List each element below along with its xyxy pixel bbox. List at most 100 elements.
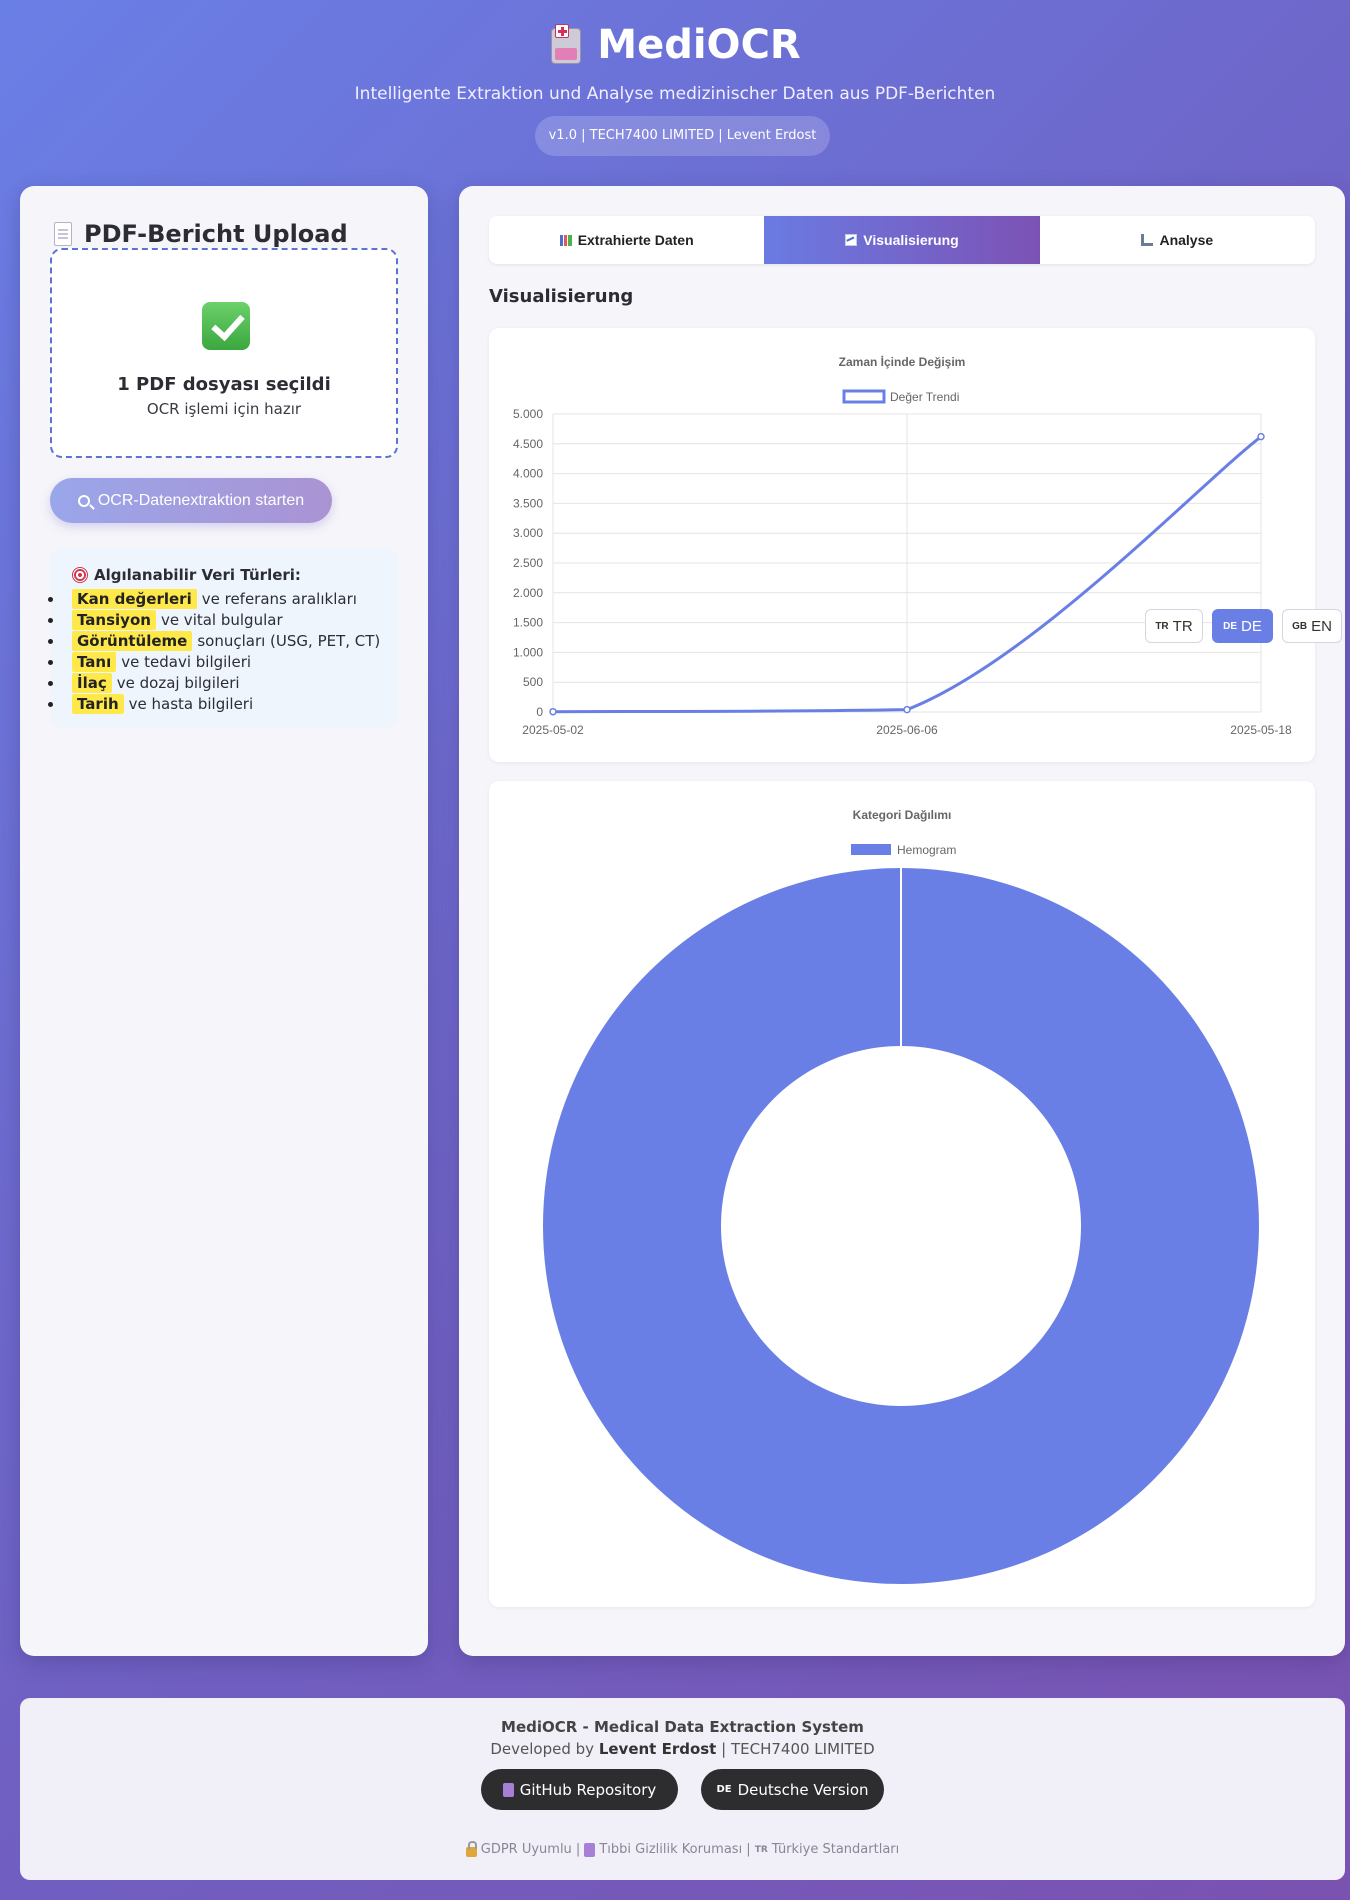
list-item-text: ve hasta bilgileri bbox=[128, 694, 254, 713]
list-item-highlight: Görüntüleme bbox=[72, 630, 193, 651]
list-item-highlight: Tansiyon bbox=[72, 609, 156, 630]
y-tick-label: 1.500 bbox=[513, 616, 543, 630]
y-tick-label: 0 bbox=[536, 705, 543, 719]
pdf-dropzone[interactable]: 1 PDF dosyası seçildi OCR işlemi için ha… bbox=[50, 248, 398, 458]
x-tick-label: 2025-05-18 bbox=[1230, 723, 1292, 737]
footer-dev-name: Levent Erdost bbox=[598, 1740, 717, 1758]
flag-tr-icon: TR bbox=[1155, 620, 1169, 632]
tab-extracted-data[interactable]: Extrahierte Daten bbox=[489, 216, 764, 264]
tab-visualization[interactable]: Visualisierung bbox=[764, 216, 1040, 264]
data-types-title: Algılanabilir Veri Türleri: bbox=[72, 566, 301, 584]
language-tr-button[interactable]: TR TR bbox=[1145, 609, 1203, 643]
list-item-highlight: İlaç bbox=[72, 672, 112, 693]
footer-developer: Developed by Levent Erdost | TECH7400 LI… bbox=[20, 1740, 1345, 1758]
dropzone-title: 1 PDF dosyası seçildi bbox=[117, 374, 331, 395]
y-tick-label: 2.000 bbox=[513, 586, 543, 600]
upload-panel: PDF-Bericht Upload 1 PDF dosyası seçildi… bbox=[20, 186, 428, 1656]
german-version-button[interactable]: DE Deutsche Version bbox=[701, 1769, 884, 1810]
app-subtitle: Intelligente Extraktion und Analyse medi… bbox=[354, 84, 996, 104]
flag-gb-icon: GB bbox=[1292, 620, 1308, 632]
flag-tr-icon: TR bbox=[754, 1844, 768, 1855]
document-icon bbox=[54, 222, 72, 246]
ocr-start-button[interactable]: OCR-Datenextraktion starten bbox=[50, 478, 332, 523]
language-de-button[interactable]: DE DE bbox=[1212, 609, 1273, 643]
cabinet-icon bbox=[502, 1782, 514, 1797]
language-de-label: DE bbox=[1241, 617, 1262, 635]
medical-cabinet-icon bbox=[549, 24, 583, 66]
github-button[interactable]: GitHub Repository bbox=[481, 1769, 678, 1810]
flag-de-icon: DE bbox=[716, 1784, 732, 1795]
footer-title: MediOCR - Medical Data Extraction System bbox=[501, 1718, 864, 1736]
data-types-title-text: Algılanabilir Veri Türleri: bbox=[94, 566, 301, 584]
search-icon bbox=[77, 494, 90, 507]
bar-chart-icon bbox=[559, 234, 572, 246]
y-tick-label: 4.500 bbox=[513, 437, 543, 451]
line-chart: Zaman İçinde Değişim Değer Trendi 0 500 1.00… bbox=[513, 354, 1292, 737]
cabinet-icon bbox=[584, 1842, 596, 1857]
app-name: MediOCR bbox=[597, 22, 801, 68]
x-tick-label: 2025-05-02 bbox=[522, 723, 584, 737]
app-title: MediOCR bbox=[0, 22, 1350, 68]
list-item-highlight: Tarih bbox=[72, 693, 124, 714]
results-tabs: Extrahierte Daten Visualisierung Analyse bbox=[489, 216, 1315, 264]
legend-swatch bbox=[851, 844, 891, 855]
tab-label: Visualisierung bbox=[863, 232, 959, 248]
y-tick-label: 1.000 bbox=[513, 645, 543, 659]
y-tick-label: 500 bbox=[523, 675, 543, 689]
target-icon bbox=[72, 567, 88, 583]
list-item-text: sonuçları (USG, PET, CT) bbox=[197, 631, 381, 650]
footer-dev-suffix: | TECH7400 LIMITED bbox=[721, 1740, 875, 1758]
list-item-highlight: Kan değerleri bbox=[72, 588, 197, 609]
github-button-label: GitHub Repository bbox=[519, 1780, 657, 1799]
chart-title: Kategori Dağılımı bbox=[853, 808, 952, 822]
data-types-box: Algılanabilir Veri Türleri: Kan değerler… bbox=[48, 548, 398, 728]
y-tick-label: 4.000 bbox=[513, 467, 543, 481]
tab-label: Extrahierte Daten bbox=[577, 232, 694, 248]
language-en-label: EN bbox=[1311, 617, 1332, 635]
german-version-label: Deutsche Version bbox=[737, 1780, 869, 1799]
results-panel: Extrahierte Daten Visualisierung Analyse… bbox=[459, 186, 1345, 1656]
list-item: Kan değerleri ve referans aralıkları bbox=[48, 588, 398, 609]
section-title: Visualisierung bbox=[489, 286, 634, 307]
upload-title-text: PDF-Bericht Upload bbox=[84, 220, 348, 248]
footer-meta-standards: Türkiye Standartları bbox=[771, 1842, 900, 1857]
line-chart-icon bbox=[845, 234, 858, 246]
donut-chart: Kategori Dağılımı Hemogram bbox=[542, 808, 1259, 1584]
version-badge: v1.0 | TECH7400 LIMITED | Levent Erdost bbox=[535, 116, 830, 156]
language-tr-label: TR bbox=[1172, 617, 1193, 635]
y-tick-label: 5.000 bbox=[513, 407, 543, 421]
ocr-button-label: OCR-Datenextraktion starten bbox=[97, 491, 305, 509]
tab-label: Analyse bbox=[1159, 232, 1214, 248]
footer-meta: GDPR Uyumlu | Tıbbi Gizlilik Koruması | … bbox=[20, 1840, 1345, 1857]
microscope-icon bbox=[1141, 234, 1154, 246]
list-item-text: ve dozaj bilgileri bbox=[116, 673, 240, 692]
upload-title: PDF-Bericht Upload bbox=[54, 220, 348, 248]
list-item: Tansiyon ve vital bulgular bbox=[48, 609, 398, 630]
lock-icon bbox=[465, 1840, 477, 1857]
x-tick-label: 2025-06-06 bbox=[876, 723, 938, 737]
legend-label: Değer Trendi bbox=[890, 390, 959, 404]
y-tick-label: 2.500 bbox=[513, 556, 543, 570]
list-item: Görüntüleme sonuçları (USG, PET, CT) bbox=[48, 630, 398, 651]
chart-title: Zaman İçinde Değişim bbox=[839, 354, 966, 369]
donut-chart-card: Kategori Dağılımı Hemogram bbox=[489, 781, 1315, 1607]
list-item-highlight: Tanı bbox=[72, 651, 117, 672]
list-item: Tanı ve tedavi bilgileri bbox=[48, 651, 398, 672]
y-tick-label: 3.500 bbox=[513, 496, 543, 510]
data-point bbox=[549, 707, 557, 716]
footer-meta-privacy: Tıbbi Gizlilik Koruması | bbox=[599, 1842, 751, 1857]
data-point bbox=[1257, 432, 1265, 441]
page-footer: MediOCR - Medical Data Extraction System… bbox=[20, 1698, 1345, 1880]
tab-analysis[interactable]: Analyse bbox=[1040, 216, 1315, 264]
footer-dev-prefix: Developed by bbox=[490, 1740, 595, 1758]
footer-meta-gdpr: GDPR Uyumlu | bbox=[480, 1842, 581, 1857]
list-item-text: ve vital bulgular bbox=[160, 610, 283, 629]
language-en-button[interactable]: GB EN bbox=[1282, 609, 1342, 643]
line-chart-card: Zaman İçinde Değişim Değer Trendi 0 500 1.00… bbox=[489, 328, 1315, 762]
list-item: İlaç ve dozaj bilgileri bbox=[48, 672, 398, 693]
flag-de-icon: DE bbox=[1223, 620, 1238, 632]
checkmark-icon bbox=[202, 302, 250, 350]
list-item-text: ve referans aralıkları bbox=[201, 589, 357, 608]
list-item-text: ve tedavi bilgileri bbox=[121, 652, 252, 671]
list-item: Tarih ve hasta bilgileri bbox=[48, 693, 398, 714]
